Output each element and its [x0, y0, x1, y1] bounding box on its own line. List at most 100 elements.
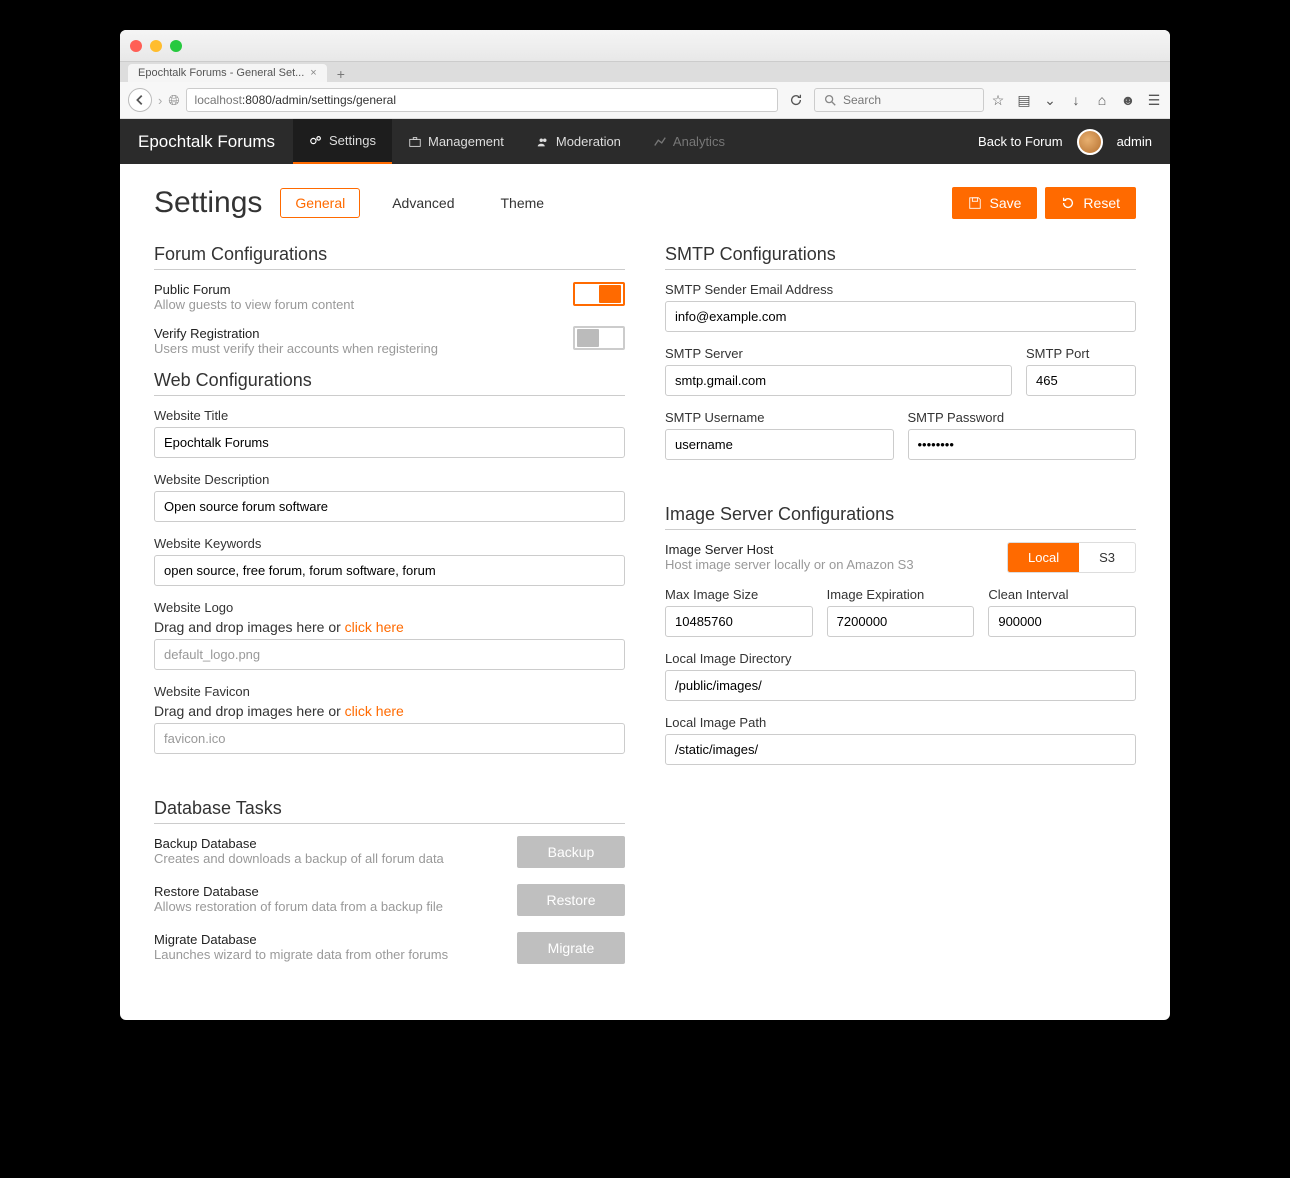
- img-heading: Image Server Configurations: [665, 504, 1136, 530]
- avatar[interactable]: [1077, 129, 1103, 155]
- website-logo-label: Website Logo: [154, 600, 625, 615]
- restore-button[interactable]: Restore: [517, 884, 625, 916]
- migrate-db-sub: Launches wizard to migrate data from oth…: [154, 947, 517, 962]
- browser-tab[interactable]: Epochtalk Forums - General Set... ×: [128, 64, 327, 82]
- img-dir-label: Local Image Directory: [665, 651, 1136, 666]
- smtp-user-label: SMTP Username: [665, 410, 894, 425]
- subtab-advanced[interactable]: Advanced: [378, 189, 468, 217]
- clean-int-label: Clean Interval: [988, 587, 1136, 602]
- clean-int-input[interactable]: [988, 606, 1136, 637]
- reset-button[interactable]: Reset: [1045, 187, 1136, 219]
- web-config-heading: Web Configurations: [154, 370, 625, 396]
- restore-db-sub: Allows restoration of forum data from a …: [154, 899, 517, 914]
- forum-config-heading: Forum Configurations: [154, 244, 625, 270]
- cogs-icon: [309, 134, 323, 148]
- reload-button[interactable]: [784, 88, 808, 112]
- public-forum-label: Public Forum: [154, 282, 573, 297]
- smtp-port-input[interactable]: [1026, 365, 1136, 396]
- star-icon[interactable]: ☆: [990, 92, 1006, 108]
- users-icon: [536, 135, 550, 149]
- img-path-input[interactable]: [665, 734, 1136, 765]
- img-exp-input[interactable]: [827, 606, 975, 637]
- smtp-user-input[interactable]: [665, 429, 894, 460]
- smtp-server-input[interactable]: [665, 365, 1012, 396]
- website-keywords-label: Website Keywords: [154, 536, 625, 551]
- max-img-label: Max Image Size: [665, 587, 813, 602]
- website-favicon-input[interactable]: [154, 723, 625, 754]
- public-forum-sub: Allow guests to view forum content: [154, 297, 573, 312]
- minimize-window-icon[interactable]: [150, 40, 162, 52]
- brand[interactable]: Epochtalk Forums: [120, 132, 293, 152]
- website-desc-input[interactable]: [154, 491, 625, 522]
- smtp-pass-label: SMTP Password: [908, 410, 1137, 425]
- back-to-forum-link[interactable]: Back to Forum: [978, 134, 1063, 149]
- img-host-label: Image Server Host: [665, 542, 1007, 557]
- briefcase-icon: [408, 135, 422, 149]
- new-tab-button[interactable]: +: [331, 66, 351, 82]
- browser-toolbar: › 🌐︎ localhost:8080/admin/settings/gener…: [120, 82, 1170, 119]
- website-desc-label: Website Description: [154, 472, 625, 487]
- clipboard-icon[interactable]: ▤: [1016, 92, 1032, 108]
- verify-reg-toggle[interactable]: [573, 326, 625, 350]
- back-button[interactable]: [128, 88, 152, 112]
- smtp-pass-input[interactable]: [908, 429, 1137, 460]
- history-icon[interactable]: ›: [158, 93, 162, 108]
- smtp-sender-label: SMTP Sender Email Address: [665, 282, 1136, 297]
- restore-db-label: Restore Database: [154, 884, 517, 899]
- menu-icon[interactable]: ☰: [1146, 92, 1162, 108]
- url-path: :8080/admin/settings/general: [242, 93, 396, 107]
- img-dir-input[interactable]: [665, 670, 1136, 701]
- admin-nav: Epochtalk Forums Settings Management Mod…: [120, 119, 1170, 164]
- public-forum-toggle[interactable]: [573, 282, 625, 306]
- img-exp-label: Image Expiration: [827, 587, 975, 602]
- verify-reg-label: Verify Registration: [154, 326, 573, 341]
- home-icon[interactable]: ⌂: [1094, 92, 1110, 108]
- smtp-server-label: SMTP Server: [665, 346, 1012, 361]
- smtp-sender-input[interactable]: [665, 301, 1136, 332]
- close-window-icon[interactable]: [130, 40, 142, 52]
- subtab-theme[interactable]: Theme: [487, 189, 559, 217]
- website-title-input[interactable]: [154, 427, 625, 458]
- maximize-window-icon[interactable]: [170, 40, 182, 52]
- migrate-db-label: Migrate Database: [154, 932, 517, 947]
- close-tab-icon[interactable]: ×: [310, 67, 316, 79]
- smtp-port-label: SMTP Port: [1026, 346, 1136, 361]
- verify-reg-sub: Users must verify their accounts when re…: [154, 341, 573, 356]
- favicon-click-here[interactable]: click here: [345, 703, 404, 719]
- logo-click-here[interactable]: click here: [345, 619, 404, 635]
- save-button[interactable]: Save: [952, 187, 1038, 219]
- migrate-button[interactable]: Migrate: [517, 932, 625, 964]
- chart-icon: [653, 135, 667, 149]
- website-logo-input[interactable]: [154, 639, 625, 670]
- logo-dropzone-text: Drag and drop images here or click here: [154, 619, 625, 635]
- seg-s3[interactable]: S3: [1079, 543, 1135, 572]
- browser-search[interactable]: Search: [814, 88, 984, 112]
- username[interactable]: admin: [1117, 134, 1152, 149]
- website-keywords-input[interactable]: [154, 555, 625, 586]
- nav-analytics[interactable]: Analytics: [637, 119, 741, 164]
- smtp-heading: SMTP Configurations: [665, 244, 1136, 270]
- globe-icon: 🌐︎: [168, 92, 179, 109]
- nav-moderation[interactable]: Moderation: [520, 119, 637, 164]
- backup-button[interactable]: Backup: [517, 836, 625, 868]
- nav-management[interactable]: Management: [392, 119, 520, 164]
- max-img-input[interactable]: [665, 606, 813, 637]
- pocket-icon[interactable]: ⌄: [1042, 92, 1058, 108]
- favicon-dropzone-text: Drag and drop images here or click here: [154, 703, 625, 719]
- subtab-general[interactable]: General: [280, 188, 360, 218]
- chat-icon[interactable]: ☻: [1120, 92, 1136, 108]
- website-title-label: Website Title: [154, 408, 625, 423]
- url-host: localhost: [195, 93, 242, 107]
- website-favicon-label: Website Favicon: [154, 684, 625, 699]
- nav-settings[interactable]: Settings: [293, 119, 392, 164]
- page-title: Settings: [154, 186, 262, 220]
- search-placeholder: Search: [843, 93, 881, 107]
- seg-local[interactable]: Local: [1008, 543, 1079, 572]
- img-host-segment: Local S3: [1007, 542, 1136, 573]
- backup-db-sub: Creates and downloads a backup of all fo…: [154, 851, 517, 866]
- download-icon[interactable]: ↓: [1068, 92, 1084, 108]
- img-path-label: Local Image Path: [665, 715, 1136, 730]
- db-tasks-heading: Database Tasks: [154, 798, 625, 824]
- search-icon: [823, 93, 837, 107]
- url-bar[interactable]: localhost:8080/admin/settings/general: [186, 88, 778, 112]
